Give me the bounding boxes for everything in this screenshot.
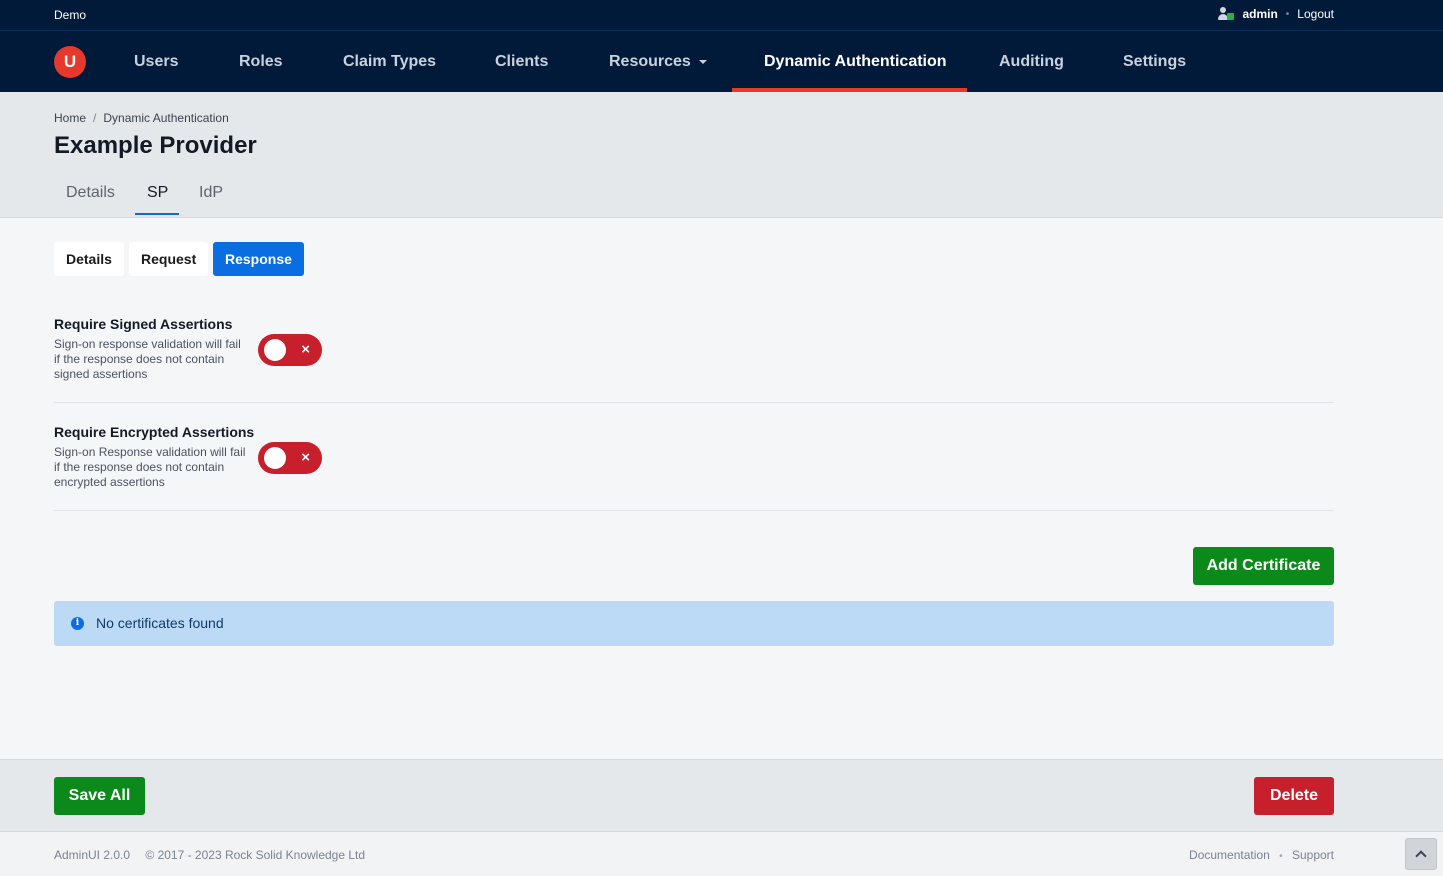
- tab-sp[interactable]: SP: [147, 184, 168, 202]
- toggle-knob: [264, 339, 286, 361]
- close-icon: ×: [301, 341, 310, 358]
- encrypted-assertions-toggle[interactable]: ×: [258, 442, 322, 474]
- separator-dot: •: [1285, 8, 1290, 20]
- version-label: AdminUI 2.0.0: [54, 848, 131, 862]
- close-icon: ×: [301, 449, 310, 466]
- separator-dot: •: [1279, 851, 1283, 862]
- top-bar: Demo admin • Logout: [0, 0, 1443, 31]
- nav-auditing[interactable]: Auditing: [999, 31, 1064, 92]
- delete-button[interactable]: Delete: [1254, 777, 1334, 815]
- setting-description: Sign-on response validation will fail if…: [54, 337, 241, 381]
- environment-label: Demo: [54, 8, 87, 22]
- subtab-details[interactable]: Details: [54, 242, 124, 276]
- nav-resources[interactable]: Resources: [609, 31, 707, 92]
- divider: [54, 510, 1334, 511]
- nav-settings[interactable]: Settings: [1123, 31, 1186, 92]
- page-title: Example Provider: [54, 132, 257, 159]
- divider: [54, 402, 1334, 403]
- breadcrumb-current[interactable]: Dynamic Authentication: [103, 111, 228, 125]
- logout-link[interactable]: Logout: [1297, 7, 1334, 21]
- subtab-request[interactable]: Request: [129, 242, 209, 276]
- setting-label: Require Encrypted Assertions: [54, 424, 255, 440]
- no-certificates-alert: i No certificates found: [54, 601, 1334, 646]
- app-logo[interactable]: U: [54, 46, 86, 78]
- breadcrumb-separator: /: [93, 111, 97, 125]
- action-bar: Save All Delete: [0, 759, 1443, 831]
- nav-resources-label: Resources: [609, 53, 691, 70]
- active-tab-indicator: [135, 213, 179, 215]
- breadcrumb: Home / Dynamic Authentication: [54, 111, 229, 125]
- nav-users[interactable]: Users: [134, 31, 178, 92]
- setting-require-signed-assertions: Require Signed Assertions Sign-on respon…: [54, 316, 1334, 382]
- setting-label: Require Signed Assertions: [54, 316, 233, 332]
- support-link[interactable]: Support: [1292, 848, 1334, 862]
- chevron-down-icon: [698, 59, 707, 64]
- user-menu: admin • Logout: [1218, 7, 1334, 21]
- setting-require-encrypted-assertions: Require Encrypted Assertions Sign-on Res…: [54, 424, 1334, 490]
- footer-links: Documentation • Support: [1189, 848, 1334, 862]
- toggle-knob: [264, 447, 286, 469]
- breadcrumb-home[interactable]: Home: [54, 111, 86, 125]
- tab-idp[interactable]: IdP: [199, 184, 223, 202]
- nav-dynamic-authentication[interactable]: Dynamic Authentication: [764, 31, 947, 92]
- alert-message: No certificates found: [96, 615, 224, 631]
- page-header: Home / Dynamic Authentication Example Prov…: [0, 92, 1443, 218]
- documentation-link[interactable]: Documentation: [1189, 848, 1270, 862]
- scroll-to-top-button[interactable]: [1405, 838, 1437, 870]
- setting-description: Sign-on Response validation will fail if…: [54, 445, 246, 489]
- user-lock-icon: [1218, 7, 1235, 21]
- main-navigation: U Users Roles Claim Types Clients Resour…: [0, 31, 1443, 92]
- copyright-label: © 2017 - 2023 Rock Solid Knowledge Ltd: [145, 848, 366, 862]
- save-all-button[interactable]: Save All: [54, 777, 145, 815]
- add-certificate-button[interactable]: Add Certificate: [1193, 547, 1334, 585]
- footer: AdminUI 2.0.0 © 2017 - 2023 Rock Solid K…: [0, 831, 1443, 876]
- nav-clients[interactable]: Clients: [495, 31, 548, 92]
- subtab-response[interactable]: Response: [213, 242, 304, 276]
- nav-claim-types[interactable]: Claim Types: [343, 31, 436, 92]
- signed-assertions-toggle[interactable]: ×: [258, 334, 322, 366]
- logo-letter: U: [63, 52, 77, 71]
- info-icon: i: [71, 617, 84, 630]
- nav-roles[interactable]: Roles: [239, 31, 283, 92]
- tab-details[interactable]: Details: [66, 184, 115, 202]
- username-link[interactable]: admin: [1242, 7, 1277, 21]
- footer-left: AdminUI 2.0.0 © 2017 - 2023 Rock Solid K…: [54, 848, 365, 862]
- chevron-up-icon: [1415, 850, 1427, 862]
